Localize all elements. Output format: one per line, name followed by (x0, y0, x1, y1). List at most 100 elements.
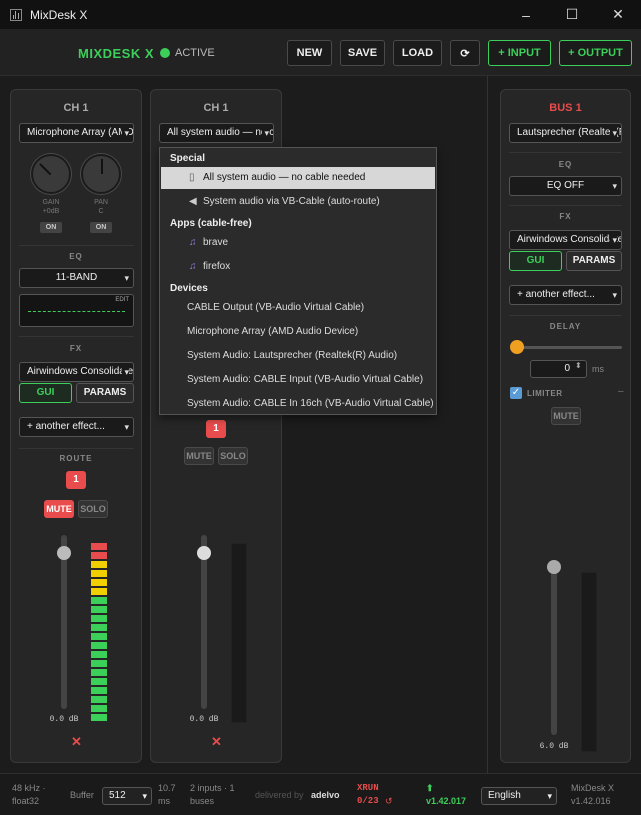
eq-mode-select[interactable]: 11-BAND ▾ (19, 268, 134, 288)
sample-rate: 48 kHz · (12, 783, 46, 793)
reset-icon[interactable]: ↺ (385, 795, 393, 808)
eq-label: EQ (558, 160, 573, 169)
fader-value: 6.0 dB (539, 742, 569, 751)
gui-button[interactable]: GUI (19, 383, 72, 403)
status-bar: 48 kHz · float32 Buffer 512 ▾ 10.7 ms 2 i… (0, 773, 641, 815)
delivered-by: delivered by (255, 790, 304, 800)
menu-item-system-cable-input[interactable]: System Audio: CABLE Input (VB-Audio Virt… (161, 369, 435, 391)
update-icon[interactable]: ⬆ (426, 782, 434, 795)
eq-edit-label: EDIT (115, 297, 129, 303)
maximize-button[interactable]: ☐ (549, 0, 595, 29)
language-select[interactable]: English ▾ (481, 787, 557, 805)
mute-button[interactable]: MUTE (44, 500, 74, 518)
menu-item-brave[interactable]: ♫ brave (161, 232, 435, 254)
title-bar: MixDesk X – ☐ ✕ (0, 0, 641, 29)
spinner-icon[interactable]: ⬍ (575, 361, 582, 370)
menu-item-firefox[interactable]: ♫ firefox (161, 256, 435, 278)
fx-plugin-select[interactable]: Airwindows Consolidated ▾ (19, 362, 134, 382)
eq-display[interactable]: EDIT (19, 294, 134, 327)
fader-value: 0.0 dB (49, 715, 79, 724)
level-meter (91, 543, 107, 723)
input-device-select[interactable]: Microphone Array (AMD Audio Device)▾ (19, 123, 134, 143)
minimize-button[interactable]: – (503, 0, 549, 29)
channel-strip-1: CH 1 Microphone Array (AMD Audio Device)… (10, 89, 142, 763)
load-button[interactable]: LOAD (393, 40, 442, 66)
volume-fader[interactable] (551, 560, 557, 735)
chevron-down-icon: ▾ (610, 286, 617, 304)
latency-unit: ms (158, 796, 170, 806)
add-effect-select[interactable]: + another effect... ▾ (19, 417, 134, 437)
refresh-button[interactable]: ⟳ (450, 40, 480, 66)
speaker-icon: ◀ (189, 196, 197, 207)
buffer-select[interactable]: 512 ▾ (102, 787, 152, 805)
add-output-button[interactable]: + OUTPUT (559, 40, 632, 66)
delay-slider[interactable] (513, 346, 622, 349)
route-bus-1-toggle[interactable]: 1 (66, 471, 86, 489)
input-device-select[interactable]: All system audio — no cable needed▾ (159, 123, 274, 143)
pan-on-toggle[interactable]: ON (90, 222, 112, 233)
limiter-label: LIMITER (527, 389, 563, 398)
channel-title: CH 1 (203, 102, 229, 114)
pan-label: PAN (94, 199, 108, 206)
gain-knob[interactable] (31, 154, 71, 194)
chevron-down-icon: ▾ (610, 177, 617, 195)
chevron-down-icon: ▾ (122, 269, 129, 287)
params-button[interactable]: PARAMS (76, 383, 134, 403)
volume-fader[interactable] (61, 535, 67, 709)
volume-fader[interactable] (201, 535, 207, 709)
menu-item-system-lautsprecher[interactable]: System Audio: Lautsprecher (Realtek(R) A… (161, 345, 435, 367)
remove-channel-icon[interactable]: ✕ (211, 734, 222, 750)
add-input-button[interactable]: + INPUT (488, 40, 551, 66)
close-button[interactable]: ✕ (595, 0, 641, 29)
chevron-down-icon: ▾ (142, 791, 147, 801)
limiter-checkbox[interactable]: ✓ (510, 387, 522, 399)
route-bus-1-toggle[interactable]: 1 (206, 420, 226, 438)
xrun-count: 0/23 (357, 796, 379, 806)
new-button[interactable]: NEW (287, 40, 332, 66)
solo-button[interactable]: SOLO (218, 447, 248, 465)
gui-button[interactable]: GUI (509, 251, 562, 271)
menu-group-special: Special (170, 153, 206, 164)
route-label: ROUTE (59, 454, 93, 463)
output-device-select[interactable]: Lautsprecher (Realtek(R) Audio)▾ (509, 123, 622, 143)
eq-mode-select[interactable]: EQ OFF ▾ (509, 176, 622, 196)
app-name: MixDesk X (571, 783, 615, 793)
menu-item-vb-cable[interactable]: ◀ System audio via VB-Cable (auto-route) (161, 191, 435, 213)
solo-button[interactable]: SOLO (78, 500, 108, 518)
remove-channel-icon[interactable]: ✕ (71, 734, 82, 750)
update-version[interactable]: v1.42.017 (426, 795, 466, 808)
device-dropdown-menu: Special ▯ All system audio — no cable nee… (159, 147, 437, 415)
fader-thumb[interactable] (197, 546, 211, 560)
menu-item-all-system-audio[interactable]: ▯ All system audio — no cable needed (161, 167, 435, 189)
menu-item-system-cable-16ch[interactable]: System Audio: CABLE In 16ch (VB-Audio Vi… (161, 393, 435, 415)
window-title: MixDesk X (30, 7, 88, 22)
fx-label: FX (69, 344, 83, 353)
mute-button[interactable]: MUTE (184, 447, 214, 465)
section-divider (487, 76, 488, 773)
pan-value: C (98, 208, 104, 215)
gain-on-toggle[interactable]: ON (40, 222, 62, 233)
add-effect-select[interactable]: + another effect... ▾ (509, 285, 622, 305)
menu-item-microphone-array[interactable]: Microphone Array (AMD Audio Device) (161, 321, 435, 343)
buffer-label: Buffer (70, 790, 94, 800)
app-header: MIXDESK X ACTIVE NEW SAVE LOAD ⟳ + INPUT… (0, 29, 641, 76)
pan-knob[interactable] (81, 154, 121, 194)
chevron-down-icon: ▾ (610, 231, 617, 249)
menu-group-apps: Apps (cable-free) (170, 218, 252, 229)
chevron-down-icon: ▾ (122, 124, 129, 142)
brand-logo[interactable]: adelvo (311, 789, 340, 802)
menu-group-devices: Devices (170, 283, 208, 294)
save-button[interactable]: SAVE (340, 40, 385, 66)
fx-plugin-select[interactable]: Airwindows Consolidated ▾ (509, 230, 622, 250)
menu-item-cable-output[interactable]: CABLE Output (VB-Audio Virtual Cable) (161, 297, 435, 319)
fader-thumb[interactable] (57, 546, 71, 560)
delay-slider-thumb[interactable] (510, 340, 524, 354)
mute-button[interactable]: MUTE (551, 407, 581, 425)
params-button[interactable]: PARAMS (566, 251, 622, 271)
fader-thumb[interactable] (547, 560, 561, 574)
chevron-down-icon: ▾ (122, 418, 129, 436)
bus-title: BUS 1 (549, 102, 582, 114)
fx-label: FX (559, 212, 572, 221)
limiter-value: – (618, 386, 624, 397)
eq-label: EQ (69, 252, 83, 261)
